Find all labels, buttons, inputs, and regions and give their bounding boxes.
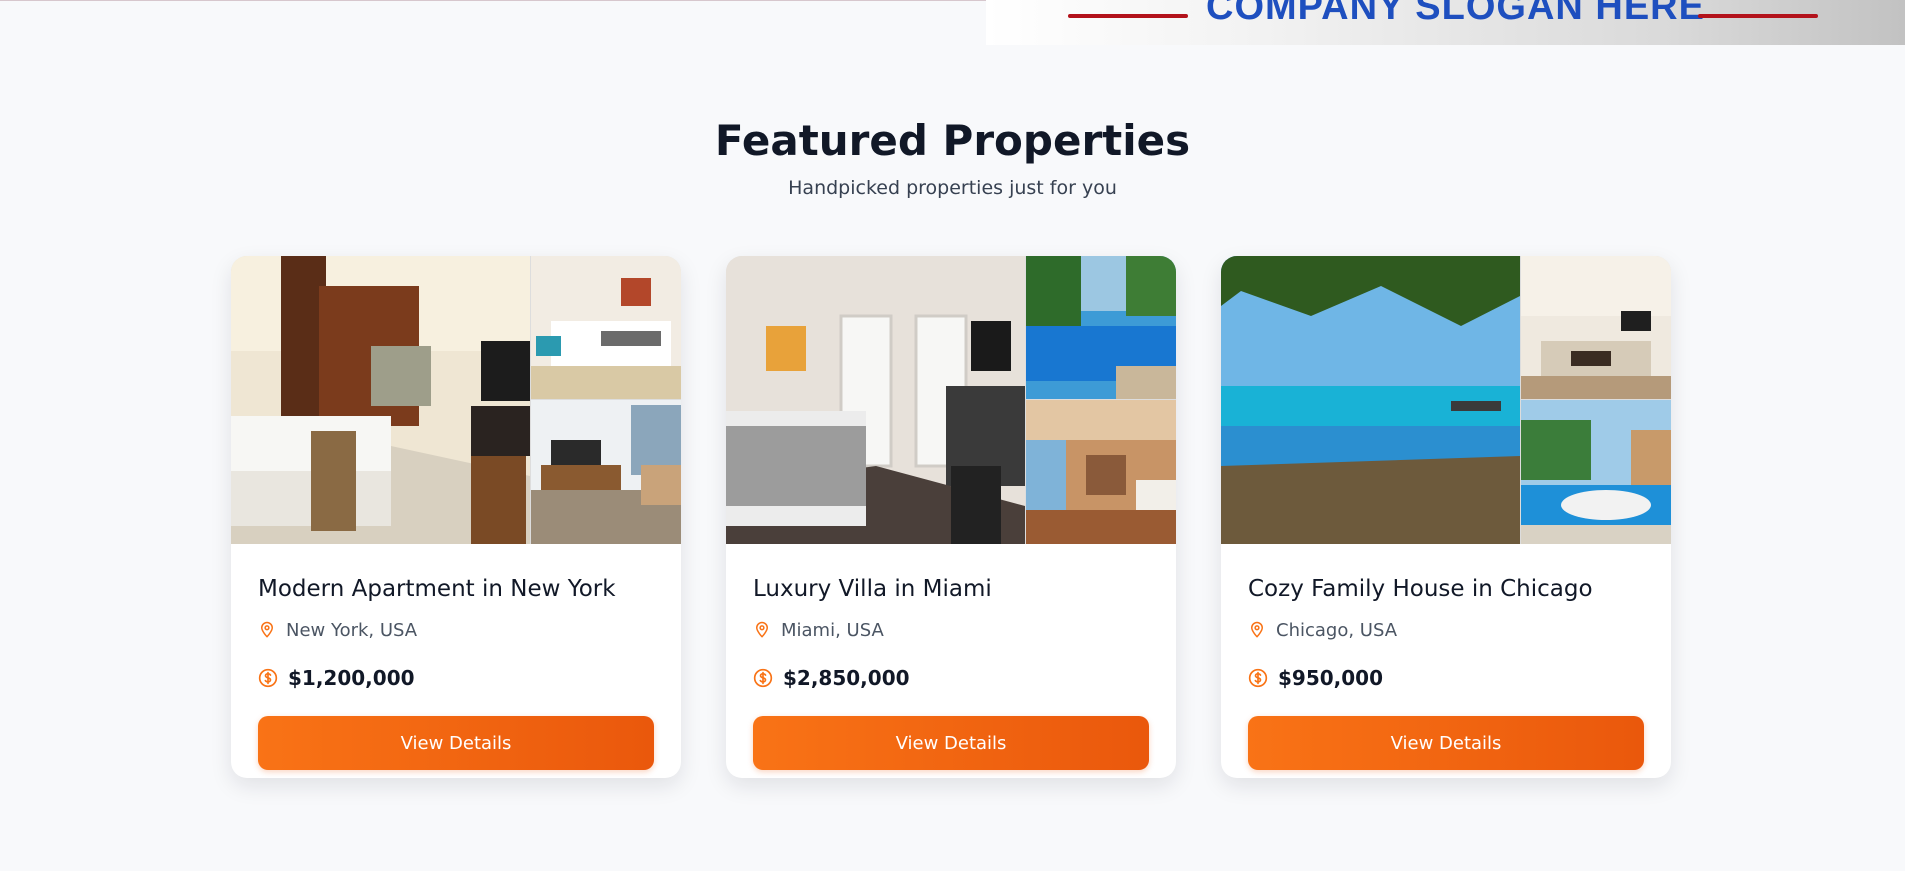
property-title: Luxury Villa in Miami <box>753 576 992 602</box>
property-thumbnail[interactable] <box>1521 256 1671 399</box>
property-location: New York, USA <box>258 618 417 642</box>
property-thumbnail[interactable] <box>531 400 681 544</box>
section-subtitle: Handpicked properties just for you <box>788 177 1117 199</box>
dollar-circle-icon <box>753 668 773 688</box>
property-price: $950,000 <box>1248 664 1383 692</box>
property-card: Modern Apartment in New York New York, U… <box>231 256 681 778</box>
property-thumbnail[interactable] <box>1521 400 1671 544</box>
company-slogan: COMPANY SLOGAN HERE <box>1206 0 1705 28</box>
property-price-text: $1,200,000 <box>288 666 415 690</box>
dollar-circle-icon <box>258 668 278 688</box>
property-main-image[interactable] <box>1221 256 1520 544</box>
map-pin-icon <box>756 621 768 638</box>
banner-accent-line <box>1698 14 1818 18</box>
map-pin-icon <box>261 621 273 638</box>
property-price-text: $950,000 <box>1278 666 1384 690</box>
section-title: Featured Properties <box>714 116 1191 165</box>
banner-accent-line <box>1068 14 1188 18</box>
property-price: $1,200,000 <box>258 664 415 692</box>
property-main-image[interactable] <box>726 256 1025 544</box>
view-details-button[interactable]: View Details <box>1248 716 1644 770</box>
property-thumbnail[interactable] <box>531 256 681 399</box>
property-thumbnail[interactable] <box>1026 400 1176 544</box>
property-card: Cozy Family House in Chicago Chicago, US… <box>1221 256 1671 778</box>
property-image-gallery[interactable] <box>231 256 681 544</box>
dollar-circle-icon <box>1248 668 1268 688</box>
property-location-text: Miami, USA <box>781 619 884 641</box>
property-price: $2,850,000 <box>753 664 910 692</box>
property-location-text: Chicago, USA <box>1276 619 1398 641</box>
map-pin-icon <box>1251 621 1263 638</box>
property-card: Luxury Villa in Miami Miami, USA $2,850,… <box>726 256 1176 778</box>
property-location-text: New York, USA <box>286 619 418 641</box>
company-banner: COMPANY SLOGAN HERE <box>986 0 1905 45</box>
property-image-gallery[interactable] <box>726 256 1176 544</box>
property-main-image[interactable] <box>231 256 530 544</box>
property-image-gallery[interactable] <box>1221 256 1671 544</box>
property-thumbnail[interactable] <box>1026 256 1176 399</box>
property-title: Modern Apartment in New York <box>258 576 616 602</box>
property-title: Cozy Family House in Chicago <box>1248 576 1593 602</box>
view-details-button[interactable]: View Details <box>258 716 654 770</box>
property-price-text: $2,850,000 <box>783 666 910 690</box>
view-details-button[interactable]: View Details <box>753 716 1149 770</box>
property-location: Miami, USA <box>753 618 884 642</box>
property-location: Chicago, USA <box>1248 618 1397 642</box>
